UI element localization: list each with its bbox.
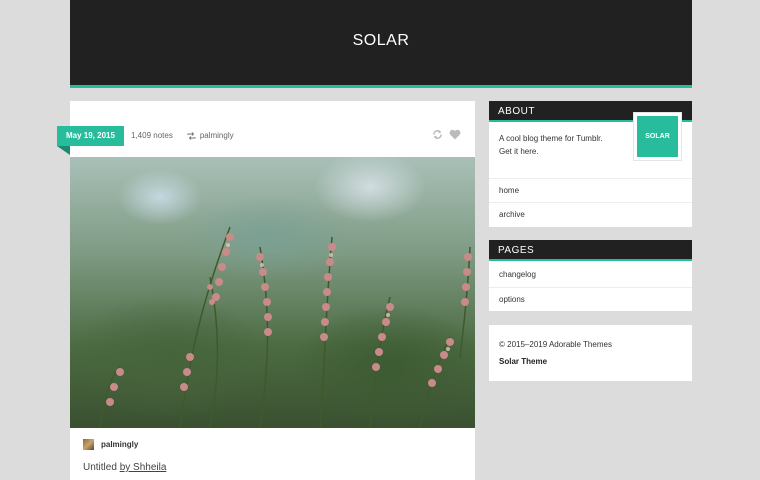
reblog-source-name: palmingly	[199, 131, 234, 140]
solar-badge[interactable]: SOLAR	[634, 113, 681, 160]
theme-credit[interactable]: Solar Theme	[499, 357, 547, 366]
notes-count[interactable]: 1,409 notes	[131, 131, 173, 140]
author-name[interactable]: palmingly	[101, 440, 138, 449]
footer-widget: © 2015–2019 Adorable Themes Solar Theme	[489, 325, 692, 381]
about-description: A cool blog theme for Tumblr. Get it her…	[499, 132, 619, 158]
post-actions	[432, 129, 461, 140]
caption-text: Untitled	[83, 462, 120, 473]
about-links: home archive	[489, 178, 692, 226]
post-photo[interactable]	[70, 157, 475, 428]
pages-heading: PAGES	[489, 240, 692, 261]
avatar[interactable]	[83, 439, 94, 450]
pages-widget: PAGES changelog options	[489, 240, 692, 311]
caption-author-link[interactable]: by Shheila	[120, 462, 167, 473]
post-meta: 1,409 notes palmingly	[131, 131, 234, 140]
about-widget: ABOUT A cool blog theme for Tumblr. Get …	[489, 101, 692, 227]
reblog-source[interactable]: palmingly	[187, 131, 234, 140]
ribbon-fold	[57, 146, 70, 155]
about-description-line1: A cool blog theme for Tumblr.	[499, 134, 603, 143]
copyright-text[interactable]: © 2015–2019 Adorable Themes	[499, 340, 612, 349]
post-date[interactable]: May 19, 2015	[57, 126, 124, 146]
archive-link[interactable]: archive	[489, 202, 692, 226]
reblog-icon[interactable]	[432, 129, 443, 140]
post-card: May 19, 2015 1,409 notes palmingly palmi…	[57, 101, 475, 480]
changelog-link[interactable]: changelog	[489, 263, 692, 287]
home-link[interactable]: home	[489, 178, 692, 202]
heart-icon[interactable]	[449, 129, 461, 140]
pages-links: changelog options	[489, 263, 692, 311]
post-author[interactable]: palmingly	[83, 439, 138, 450]
about-description-line2[interactable]: Get it here.	[499, 145, 619, 158]
heather-flowers-illustration	[99, 226, 472, 428]
post-caption: Untitled by Shheila	[83, 462, 166, 473]
site-title[interactable]: SOLAR	[70, 32, 692, 50]
reblog-small-icon	[187, 131, 196, 140]
options-link[interactable]: options	[489, 287, 692, 311]
site-header: SOLAR	[70, 0, 692, 88]
